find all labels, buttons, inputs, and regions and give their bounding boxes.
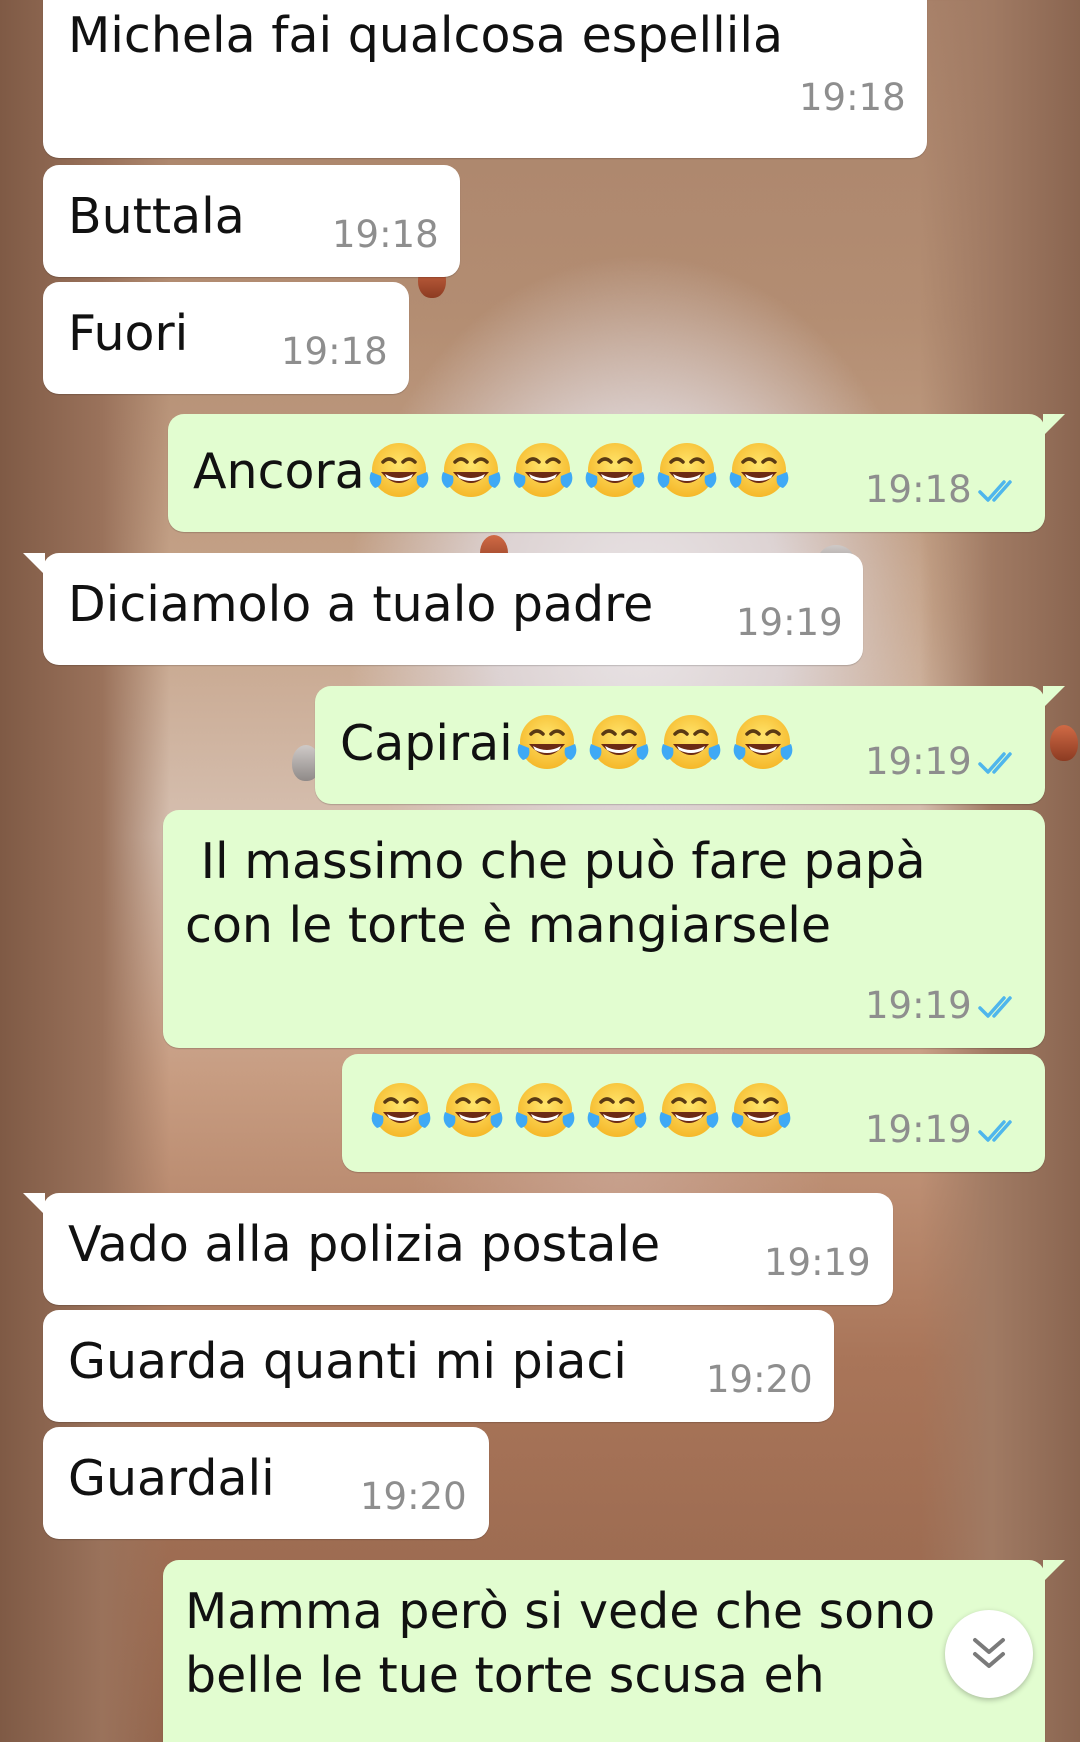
message-text-line: con le torte è mangiarsele <box>185 897 832 954</box>
message-bubble-incoming[interactable]: Buttala 19:18 <box>43 165 460 277</box>
message-timestamp: 19:18 <box>332 213 439 256</box>
message-text: Buttala <box>68 188 245 245</box>
message-bubble-outgoing[interactable]: Il massimo che può fare papà con le tort… <box>163 810 1045 1048</box>
message-text: Guarda quanti mi piaci <box>68 1333 627 1390</box>
face-with-tears-of-joy-emoji <box>725 438 793 506</box>
face-with-tears-of-joy-emoji <box>439 1078 507 1146</box>
message-bubble-outgoing[interactable]: Capirai 19:19 <box>315 686 1065 804</box>
face-with-tears-of-joy-emoji <box>653 438 721 506</box>
face-with-tears-of-joy-emoji <box>581 438 649 506</box>
emoji-group <box>513 710 797 778</box>
face-with-tears-of-joy-emoji <box>585 710 653 778</box>
message-text: Diciamolo a tualo padre <box>68 576 654 633</box>
message-content: Capirai <box>340 710 797 778</box>
message-bubble-incoming[interactable]: Guarda quanti mi piaci 19:20 <box>43 1310 834 1422</box>
message-bubble-incoming[interactable]: Michela fai qualcosa espellila 19:18 <box>43 0 927 158</box>
emoji-group <box>365 438 793 506</box>
message-bubble-incoming[interactable]: Diciamolo a tualo padre 19:19 <box>23 553 863 665</box>
message-text-line: Il massimo che può fare papà <box>185 833 926 890</box>
face-with-tears-of-joy-emoji <box>513 710 581 778</box>
wallpaper-balloon <box>1050 725 1078 761</box>
message-timestamp: 19:18 <box>865 468 972 511</box>
message-timestamp: 19:19 <box>865 984 972 1027</box>
face-with-tears-of-joy-emoji <box>583 1078 651 1146</box>
face-with-tears-of-joy-emoji <box>509 438 577 506</box>
message-text-line: belle le tue torte scusa eh <box>185 1647 825 1704</box>
read-ticks-icon <box>978 996 1012 1018</box>
message-text: Guardali <box>68 1450 275 1507</box>
message-timestamp: 19:19 <box>865 1108 972 1151</box>
message-timestamp: 19:20 <box>706 1358 813 1401</box>
face-with-tears-of-joy-emoji <box>727 1078 795 1146</box>
message-timestamp: 19:20 <box>360 1475 467 1518</box>
message-timestamp: 19:19 <box>736 601 843 644</box>
message-content: Ancora <box>193 438 793 506</box>
message-bubble-incoming[interactable]: Fuori 19:18 <box>43 282 409 394</box>
message-bubble-outgoing[interactable]: 19:19 <box>342 1054 1045 1172</box>
message-timestamp: 19:19 <box>865 740 972 783</box>
message-text: Michela fai qualcosa espellila <box>68 7 783 64</box>
message-text: Fuori <box>68 305 189 362</box>
message-timestamp: 19:19 <box>764 1241 871 1284</box>
face-with-tears-of-joy-emoji <box>655 1078 723 1146</box>
face-with-tears-of-joy-emoji <box>511 1078 579 1146</box>
face-with-tears-of-joy-emoji <box>729 710 797 778</box>
message-bubble-incoming[interactable]: Vado alla polizia postale 19:19 <box>23 1193 893 1305</box>
message-bubble-outgoing[interactable]: Mamma però si vede che sono belle le tue… <box>163 1560 1065 1742</box>
message-text: Vado alla polizia postale <box>68 1216 661 1273</box>
face-with-tears-of-joy-emoji <box>437 438 505 506</box>
message-bubble-incoming[interactable]: Guardali 19:20 <box>43 1427 489 1539</box>
face-with-tears-of-joy-emoji <box>365 438 433 506</box>
message-content <box>367 1078 795 1146</box>
message-timestamp: 19:18 <box>281 330 388 373</box>
read-ticks-icon <box>978 752 1012 774</box>
message-bubble-outgoing[interactable]: Ancora 19:18 <box>168 414 1065 532</box>
read-ticks-icon <box>978 480 1012 502</box>
scroll-to-bottom-button[interactable] <box>945 1610 1033 1698</box>
message-text-line: Mamma però si vede che sono <box>185 1583 936 1640</box>
emoji-group <box>367 1078 795 1146</box>
message-text: Capirai <box>340 715 513 772</box>
face-with-tears-of-joy-emoji <box>367 1078 435 1146</box>
read-ticks-icon <box>978 1120 1012 1142</box>
face-with-tears-of-joy-emoji <box>657 710 725 778</box>
message-timestamp: 19:18 <box>799 76 906 119</box>
double-chevron-down-icon <box>973 1638 1005 1668</box>
message-text: Ancora <box>193 443 365 500</box>
